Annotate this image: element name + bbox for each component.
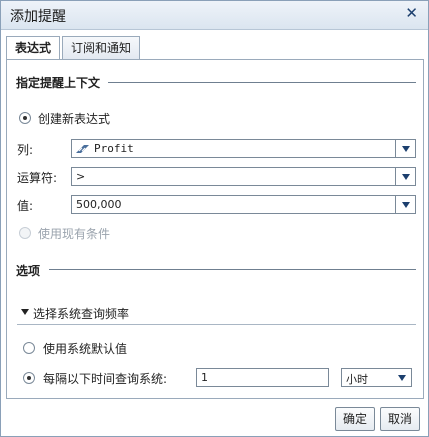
- column-value: Profit: [94, 142, 134, 155]
- subsection-divider: [17, 324, 416, 325]
- value-value: 500,000: [76, 198, 122, 211]
- interval-value: 1: [201, 371, 208, 384]
- use-existing-label: 使用现有条件: [38, 227, 111, 241]
- column-select[interactable]: Profit: [71, 139, 416, 158]
- use-existing-radio[interactable]: [19, 227, 31, 239]
- tab-expression[interactable]: 表达式: [6, 36, 61, 60]
- add-alert-dialog: 添加提醒 ✕ 表达式 订阅和通知 指定提醒上下文 创建新表达式 列: Profi…: [0, 0, 429, 437]
- interval-input[interactable]: 1: [196, 368, 329, 387]
- ok-button[interactable]: 确定: [335, 407, 376, 431]
- chevron-down-icon: [401, 173, 410, 180]
- operator-label: 运算符:: [17, 171, 58, 185]
- tab-subscription[interactable]: 订阅和通知: [62, 36, 141, 59]
- create-new-label: 创建新表达式: [38, 112, 111, 126]
- context-section-title: 指定提醒上下文: [16, 76, 101, 90]
- use-default-label: 使用系统默认值: [43, 342, 128, 356]
- column-dropdown-button[interactable]: [395, 140, 415, 157]
- interval-radio[interactable]: [23, 372, 35, 384]
- chevron-down-icon: [401, 145, 410, 152]
- value-dropdown-button[interactable]: [395, 196, 415, 213]
- interval-unit-dropdown-button[interactable]: [392, 369, 411, 386]
- use-default-radio[interactable]: [23, 342, 35, 354]
- operator-dropdown-button[interactable]: [395, 168, 415, 185]
- chevron-down-icon: [401, 201, 410, 208]
- operator-select[interactable]: >: [71, 167, 416, 186]
- interval-unit-select[interactable]: 小时: [341, 368, 412, 387]
- interval-label: 每隔以下时间查询系统:: [43, 372, 168, 386]
- dialog-title: 添加提醒: [10, 9, 66, 25]
- cancel-button[interactable]: 取消: [380, 407, 421, 431]
- tab-panel: 指定提醒上下文 创建新表达式 列: Profit 运算符: > 值: 500,0…: [6, 59, 424, 399]
- dialog-footer: 确定 取消: [1, 401, 428, 436]
- frequency-toggle-label: 选择系统查询频率: [33, 307, 130, 321]
- close-icon[interactable]: ✕: [405, 4, 418, 22]
- operator-value: >: [76, 170, 86, 183]
- triangle-down-icon: [21, 309, 29, 315]
- interval-unit-value: 小时: [346, 373, 368, 386]
- value-select[interactable]: 500,000: [71, 195, 416, 214]
- titlebar: 添加提醒 ✕: [1, 1, 428, 30]
- value-label: 值:: [17, 199, 34, 213]
- measure-icon: [76, 144, 89, 153]
- options-section-title: 选项: [16, 264, 41, 278]
- create-new-radio[interactable]: [19, 112, 31, 124]
- chevron-down-icon: [397, 374, 406, 381]
- column-label: 列:: [17, 143, 34, 157]
- section-divider: [108, 82, 416, 83]
- section-divider: [49, 269, 416, 270]
